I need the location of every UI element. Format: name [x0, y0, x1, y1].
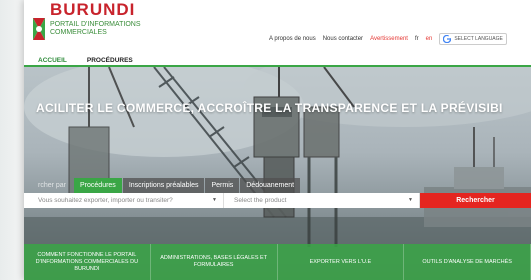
contact-link[interactable]: Nous contacter — [323, 36, 363, 42]
warning-link[interactable]: Avertissement — [370, 36, 408, 42]
trade-direction-select[interactable]: Vous souhaitez exporter, importer ou tra… — [24, 193, 224, 208]
search-button[interactable]: Rechercher — [420, 193, 531, 208]
tab-dedouanement[interactable]: Dédouanement — [240, 178, 301, 193]
tab-inscriptions[interactable]: Inscriptions préalables — [122, 178, 205, 193]
site-header: BURUNDI PORTAIL D'INFORMATIONS COMMERCIA… — [24, 0, 531, 64]
lang-en-link[interactable]: en — [426, 36, 433, 42]
browser-viewport: BURUNDI PORTAIL D'INFORMATIONS COMMERCIA… — [24, 0, 531, 280]
hero-headline: ACILITER LE COMMERCE, ACCROÎTRE LA TRANS… — [36, 101, 503, 115]
product-placeholder: Select the product — [234, 197, 287, 204]
hero-banner: ACILITER LE COMMERCE, ACCROÎTRE LA TRANS… — [24, 67, 531, 280]
flag-logo-icon[interactable] — [33, 18, 45, 40]
box-market-tools[interactable]: OUTILS D'ANALYSE DE MARCHÉS — [404, 244, 531, 280]
page-edge-shadow — [0, 0, 24, 280]
top-nav: A propos de nous Nous contacter Avertiss… — [269, 33, 507, 45]
nav-home[interactable]: ACCUEIL — [38, 57, 67, 64]
about-link[interactable]: A propos de nous — [269, 36, 316, 42]
feature-boxes: COMMENT FONCTIONNE LE PORTAIL D'INFORMAT… — [24, 244, 531, 280]
product-select[interactable]: Select the product ▼ — [224, 193, 420, 208]
tab-procedures[interactable]: Procédures — [74, 178, 122, 193]
brand-subtitle[interactable]: PORTAIL D'INFORMATIONS COMMERCIALES — [50, 21, 170, 37]
lang-fr-link[interactable]: fr — [415, 36, 419, 42]
box-how-it-works[interactable]: COMMENT FONCTIONNE LE PORTAIL D'INFORMAT… — [24, 244, 151, 280]
brand-title[interactable]: BURUNDI — [50, 2, 135, 16]
tab-permis[interactable]: Permis — [205, 178, 240, 193]
select-language-button[interactable]: SELECT LANGUAGE — [439, 33, 507, 45]
google-g-icon — [443, 35, 452, 43]
trade-direction-placeholder: Vous souhaitez exporter, importer ou tra… — [38, 197, 173, 204]
chevron-down-icon: ▼ — [408, 197, 413, 203]
box-administrations[interactable]: ADMINISTRATIONS, BASES LÉGALES ET FORMUL… — [150, 244, 278, 280]
nav-procedures[interactable]: PROCÉDURES — [87, 57, 133, 64]
select-language-label: SELECT LANGUAGE — [454, 36, 503, 42]
search-bar: Vous souhaitez exporter, importer ou tra… — [24, 193, 531, 208]
chevron-down-icon: ▼ — [212, 197, 217, 203]
box-export-eu[interactable]: EXPORTER VERS L'U.E — [277, 244, 405, 280]
main-nav: ACCUEIL PROCÉDURES — [38, 57, 133, 64]
search-tabs: rcher par Procédures Inscriptions préala… — [24, 178, 301, 193]
tabs-lead-label: rcher par — [38, 182, 67, 189]
